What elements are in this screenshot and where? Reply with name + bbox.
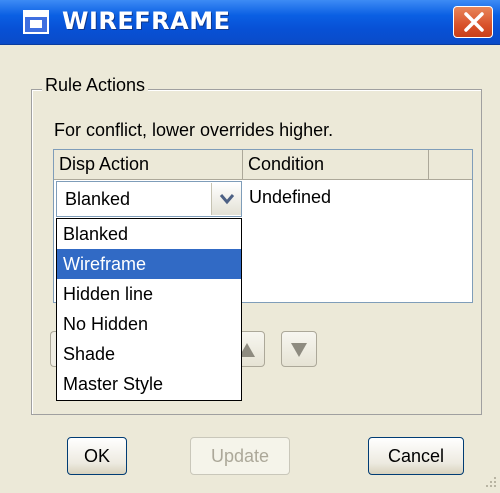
- disp-action-combobox[interactable]: Blanked: [56, 181, 242, 217]
- table-header: Disp Action Condition: [54, 150, 472, 180]
- window-icon: [23, 10, 49, 34]
- update-button[interactable]: Update: [190, 437, 290, 475]
- condition-cell[interactable]: Undefined: [249, 187, 331, 208]
- rule-actions-label: Rule Actions: [42, 75, 149, 96]
- triangle-down-icon: [291, 343, 307, 357]
- column-header-condition[interactable]: Condition: [243, 150, 429, 179]
- dropdown-option-master-style[interactable]: Master Style: [57, 369, 241, 399]
- dropdown-option-blanked[interactable]: Blanked: [57, 219, 241, 249]
- combo-dropdown-button[interactable]: [211, 183, 241, 215]
- dropdown-option-wireframe[interactable]: Wireframe: [57, 249, 241, 279]
- cancel-button[interactable]: Cancel: [368, 437, 464, 475]
- conflict-hint: For conflict, lower overrides higher.: [54, 120, 334, 140]
- resize-grip-icon[interactable]: [481, 474, 498, 491]
- close-x-icon: [464, 12, 484, 32]
- move-down-button[interactable]: [281, 331, 317, 367]
- dropdown-option-hidden-line[interactable]: Hidden line: [57, 279, 241, 309]
- wireframe-dialog: WIREFRAME Rule Actions For conflict, low…: [0, 0, 500, 493]
- dropdown-option-shade[interactable]: Shade: [57, 339, 241, 369]
- disp-action-dropdown-list: Blanked Wireframe Hidden line No Hidden …: [56, 218, 242, 401]
- column-header-filler: [429, 150, 472, 179]
- column-header-disp-action[interactable]: Disp Action: [54, 150, 243, 179]
- close-button[interactable]: [453, 6, 493, 38]
- window-title: WIREFRAME: [62, 7, 231, 35]
- combo-selected-value: Blanked: [65, 189, 131, 209]
- title-bar[interactable]: WIREFRAME: [0, 0, 500, 45]
- dropdown-option-no-hidden[interactable]: No Hidden: [57, 309, 241, 339]
- chevron-down-icon: [219, 194, 235, 205]
- ok-button[interactable]: OK: [67, 437, 127, 475]
